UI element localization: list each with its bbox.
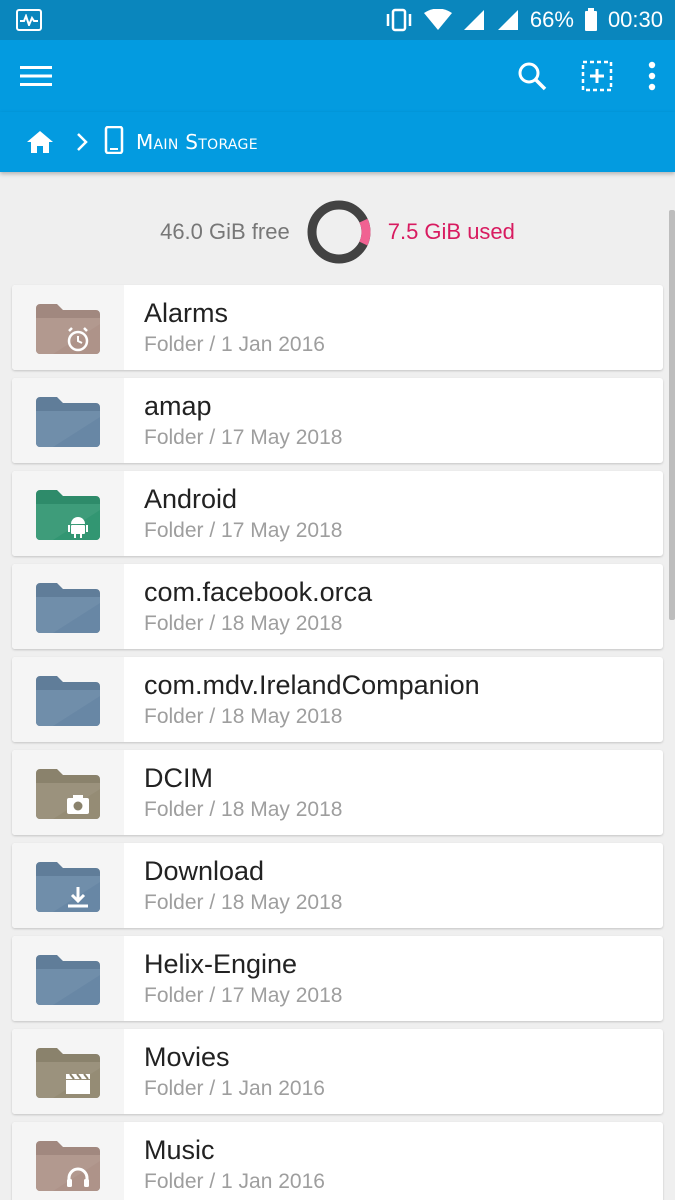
more-vertical-icon[interactable] <box>647 61 657 91</box>
folder-alarm-icon <box>36 303 100 354</box>
folder-name: DCIM <box>144 762 213 793</box>
folder-icon-container <box>12 750 124 835</box>
folder-icon-container <box>12 1029 124 1114</box>
folder-meta: Folder / 18 May 2018 <box>144 611 343 635</box>
list-item[interactable]: Android Folder / 17 May 2018 <box>12 471 663 556</box>
folder-movie-icon <box>36 1047 100 1098</box>
used-space-text: 7.5 GiB used <box>387 219 515 244</box>
wifi-icon <box>423 9 452 31</box>
folder-icon-container <box>12 378 124 463</box>
app-toolbar <box>0 40 675 112</box>
folder-icon-container <box>12 285 124 370</box>
folder-meta: Folder / 1 Jan 2016 <box>144 1076 325 1100</box>
folder-icon-container <box>12 1122 124 1200</box>
vibrate-icon <box>384 8 414 32</box>
folder-name: com.mdv.IrelandCompanion <box>144 669 480 700</box>
status-bar: 66% 00:30 <box>0 0 675 40</box>
scrollbar[interactable] <box>669 210 675 620</box>
folder-meta: Folder / 1 Jan 2016 <box>144 1169 325 1193</box>
folder-icon-container <box>12 471 124 556</box>
folder-icon-container <box>12 936 124 1021</box>
hamburger-menu-icon[interactable] <box>20 64 52 88</box>
list-item[interactable]: DCIM Folder / 18 May 2018 <box>12 750 663 835</box>
folder-name: Alarms <box>144 297 229 328</box>
breadcrumb-label: Main Storage <box>136 130 258 154</box>
list-item[interactable]: Helix-Engine Folder / 17 May 2018 <box>12 936 663 1021</box>
list-item[interactable]: Alarms Folder / 1 Jan 2016 <box>12 285 663 370</box>
folder-meta: Folder / 18 May 2018 <box>144 890 343 914</box>
folder-icon-container <box>12 843 124 928</box>
folder-name: Download <box>144 855 265 886</box>
list-item[interactable]: com.facebook.orca Folder / 18 May 2018 <box>12 564 663 649</box>
folder-name: Helix-Engine <box>144 948 298 979</box>
folder-icon <box>36 396 100 447</box>
free-space-text: 46.0 GiB free <box>160 219 290 244</box>
chevron-right-icon <box>76 132 88 152</box>
folder-meta: Folder / 17 May 2018 <box>144 518 343 542</box>
folder-meta: Folder / 17 May 2018 <box>144 425 343 449</box>
folder-name: Music <box>144 1134 215 1165</box>
cell-signal-icon <box>462 9 486 31</box>
activity-pulse-icon <box>16 9 42 31</box>
folder-icon-container <box>12 564 124 649</box>
home-icon[interactable] <box>26 130 54 154</box>
add-selection-icon[interactable] <box>581 60 613 92</box>
breadcrumb: Main Storage <box>0 112 675 172</box>
folder-meta: Folder / 17 May 2018 <box>144 983 343 1007</box>
folder-name: amap <box>144 390 212 421</box>
search-icon[interactable] <box>517 61 547 91</box>
folder-download-icon <box>36 861 100 912</box>
phone-icon <box>104 125 124 159</box>
folder-camera-icon <box>36 768 100 819</box>
list-item[interactable]: Movies Folder / 1 Jan 2016 <box>12 1029 663 1114</box>
folder-icon <box>36 582 100 633</box>
folder-icon <box>36 954 100 1005</box>
folder-meta: Folder / 1 Jan 2016 <box>144 332 325 356</box>
folder-music-icon <box>36 1140 100 1191</box>
folder-android-icon <box>36 489 100 540</box>
list-item[interactable]: amap Folder / 17 May 2018 <box>12 378 663 463</box>
folder-name: com.facebook.orca <box>144 576 373 607</box>
folder-icon-container <box>12 657 124 742</box>
list-item[interactable]: Music Folder / 1 Jan 2016 <box>12 1122 663 1200</box>
battery-icon <box>584 8 598 32</box>
breadcrumb-item-main-storage[interactable]: Main Storage <box>104 125 258 159</box>
folder-icon <box>36 675 100 726</box>
battery-percent: 66% <box>529 7 574 32</box>
file-list: Alarms Folder / 1 Jan 2016 amap Folder /… <box>12 285 663 1200</box>
storage-summary: 46.0 GiB free 7.5 GiB used <box>0 192 675 272</box>
clock: 00:30 <box>607 7 663 32</box>
folder-name: Android <box>144 483 238 514</box>
folder-meta: Folder / 18 May 2018 <box>144 704 343 728</box>
storage-donut-chart <box>307 200 371 264</box>
cell-signal-2-icon <box>496 9 520 31</box>
list-item[interactable]: Download Folder / 18 May 2018 <box>12 843 663 928</box>
folder-meta: Folder / 18 May 2018 <box>144 797 343 821</box>
donut-free-arc <box>307 200 371 264</box>
list-item[interactable]: com.mdv.IrelandCompanion Folder / 18 May… <box>12 657 663 742</box>
folder-name: Movies <box>144 1041 230 1072</box>
